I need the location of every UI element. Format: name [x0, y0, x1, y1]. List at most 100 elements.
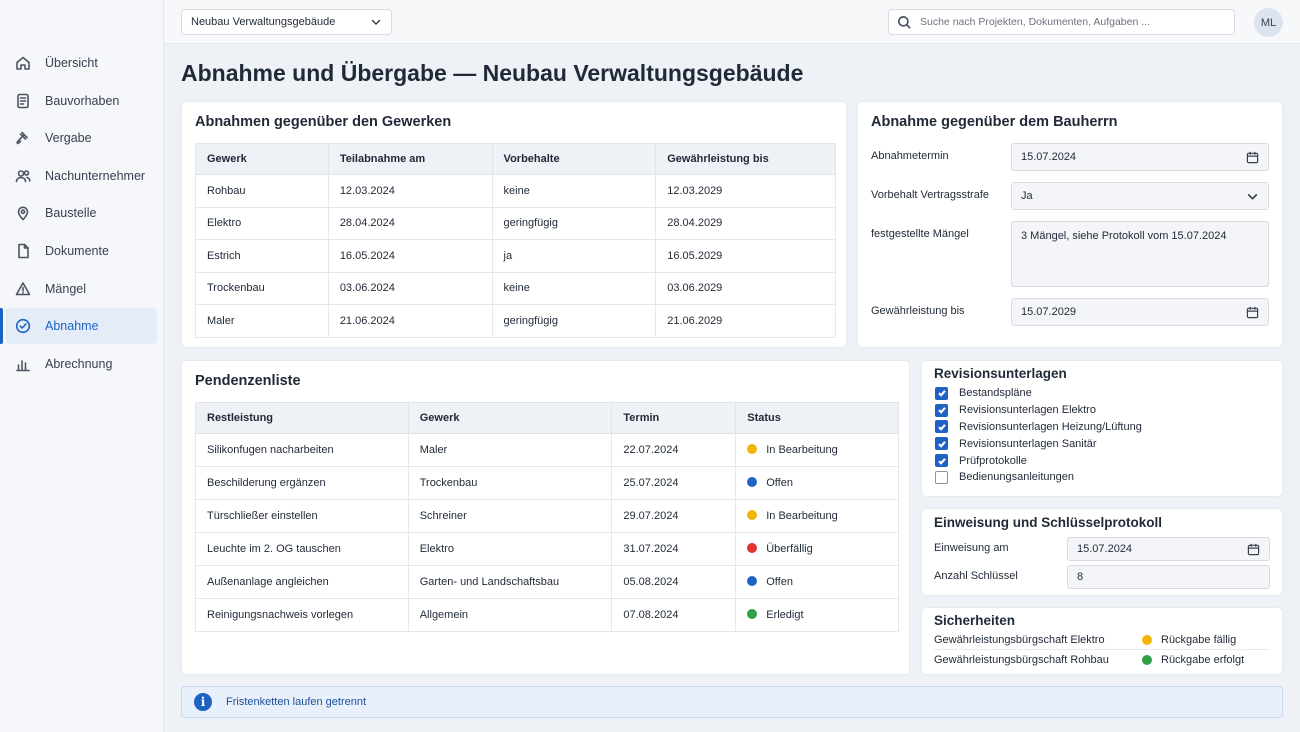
status-dot-icon	[747, 477, 758, 487]
sicherheiten-title: Sicherheiten	[934, 613, 1016, 628]
checklist-item[interactable]: Prüfprotokolle	[935, 452, 1142, 469]
checklist-item[interactable]: Bestandspläne	[935, 385, 1142, 402]
table-row[interactable]: Reinigungsnachweis vorlegen Allgemein 07.0…	[195, 598, 899, 632]
gewaehrleistung-field[interactable]: 15.07.2029	[1011, 298, 1269, 326]
checklist-label: Revisionsunterlagen Heizung/Lüftung	[959, 420, 1142, 433]
table-cell: Maler	[195, 304, 329, 338]
table-cell: Rohbau	[195, 174, 329, 208]
table-row[interactable]: Estrich 16.05.2024 ja 16.05.2029	[195, 239, 836, 273]
sidebar-item-label: Baustelle	[45, 206, 97, 221]
column-header: Gewerk	[195, 143, 329, 175]
table-cell: Außenanlage angleichen	[195, 565, 409, 599]
sidebar: Übersicht Bauvorhaben Vergabe Nachuntern…	[0, 0, 164, 732]
table-cell: Schreiner	[407, 499, 613, 533]
project-select[interactable]: Neubau Verwaltungsgebäude	[181, 9, 392, 35]
home-icon	[14, 54, 32, 72]
table-row[interactable]: Trockenbau 03.06.2024 keine 03.06.2029	[195, 271, 836, 305]
column-header: Status	[735, 402, 899, 434]
checklist-item[interactable]: Revisionsunterlagen Sanitär	[935, 435, 1142, 452]
table-cell: Elektro	[195, 206, 329, 240]
info-banner: i Fristenketten laufen getrennt	[181, 686, 1283, 718]
table-cell: 28.04.2029	[655, 206, 836, 240]
sidebar-item-dokumente[interactable]: Dokumente	[6, 233, 157, 269]
calendar-icon[interactable]	[1247, 543, 1260, 556]
table-row[interactable]: Außenanlage angleichen Garten- und Landsc…	[195, 565, 899, 599]
info-text: Fristenketten laufen getrennt	[226, 696, 367, 708]
checkbox-checked-icon[interactable]	[935, 420, 948, 434]
checkbox-checked-icon[interactable]	[935, 386, 948, 400]
checklist-item[interactable]: Bedienungsanleitungen	[935, 469, 1142, 486]
einweisung-date-label: Einweisung am	[934, 542, 1009, 554]
sidebar-item-abnahme[interactable]: Abnahme	[0, 308, 157, 345]
bauherr-title: Abnahme gegenüber dem Bauherrn	[871, 114, 1118, 130]
table-row[interactable]: Leuchte im 2. OG tauschen Elektro 31.07.20…	[195, 532, 899, 566]
keys-label: Anzahl Schlüssel	[934, 570, 1018, 582]
table-cell: 29.07.2024	[611, 499, 737, 533]
checkbox-checked-icon[interactable]	[935, 454, 948, 468]
checkbox-unchecked-icon[interactable]	[935, 470, 948, 484]
table-row[interactable]: Beschilderung ergänzen Trockenbau 25.07.20…	[195, 466, 899, 500]
keys-value: 8	[1077, 571, 1084, 583]
sidebar-item-baustelle[interactable]: Baustelle	[6, 195, 157, 231]
table-cell: 16.05.2024	[327, 239, 493, 273]
table-row[interactable]: Türschließer einstellen Schreiner 29.07.20…	[195, 499, 899, 533]
sidebar-item-vergabe[interactable]: Vergabe	[6, 120, 157, 156]
calendar-icon[interactable]	[1246, 151, 1259, 164]
security-status: Rückgabe erfolgt	[1161, 654, 1245, 666]
table-cell: 25.07.2024	[611, 466, 737, 500]
status-dot-icon	[1142, 634, 1152, 645]
search-box[interactable]	[888, 9, 1235, 35]
einweisung-card: Einweisung und Schlüsselprotokoll Einwei…	[921, 508, 1283, 596]
table-row[interactable]: Rohbau 12.03.2024 keine 12.03.2029	[195, 174, 836, 208]
sidebar-item-nachunternehmer[interactable]: Nachunternehmer	[6, 158, 157, 194]
column-header: Termin	[611, 402, 737, 434]
maengel-value: 3 Mängel, siehe Protokoll vom 15.07.2024	[1021, 230, 1227, 242]
table-cell: Allgemein	[407, 598, 613, 632]
table-cell: Trockenbau	[407, 466, 613, 500]
gewaehrleistung-label: Gewährleistung bis	[871, 305, 965, 317]
gewerke-card: Abnahmen gegenüber den Gewerken Gewerk T…	[181, 101, 847, 348]
avatar[interactable]: ML	[1254, 8, 1283, 37]
checklist-item[interactable]: Revisionsunterlagen Elektro	[935, 402, 1142, 419]
sidebar-item-uebersicht[interactable]: Übersicht	[6, 45, 157, 81]
status-cell: In Bearbeitung	[735, 433, 899, 467]
table-cell: keine	[491, 174, 657, 208]
security-status: Rückgabe fällig	[1161, 633, 1237, 646]
chevron-down-icon	[1247, 193, 1258, 199]
table-cell: 31.07.2024	[611, 532, 737, 566]
checklist-item[interactable]: Revisionsunterlagen Heizung/Lüftung	[935, 419, 1142, 436]
sidebar-item-bauvorhaben[interactable]: Bauvorhaben	[6, 83, 157, 119]
vertragsstrafe-select[interactable]: Ja	[1011, 182, 1269, 210]
gewerke-title: Abnahmen gegenüber den Gewerken	[195, 114, 452, 130]
einweisung-date-field[interactable]: 15.07.2024	[1067, 537, 1270, 561]
table-row[interactable]: Silikonfugen nacharbeiten Maler 22.07.2024…	[195, 433, 899, 467]
project-select-value: Neubau Verwaltungsgebäude	[191, 16, 336, 28]
status-label: In Bearbeitung	[766, 444, 838, 456]
calendar-icon[interactable]	[1246, 306, 1259, 319]
abnahmetermin-field[interactable]: 15.07.2024	[1011, 143, 1269, 171]
vertragsstrafe-label: Vorbehalt Vertragsstrafe	[871, 189, 990, 201]
security-label: Gewährleistungsbürgschaft Rohbau	[934, 654, 1109, 666]
sidebar-item-maengel[interactable]: Mängel	[6, 271, 157, 307]
checklist-label: Prüfprotokolle	[959, 454, 1027, 467]
keys-field[interactable]: 8	[1067, 565, 1270, 589]
abnahmetermin-label: Abnahmetermin	[871, 150, 949, 162]
check-circle-icon	[14, 317, 32, 335]
search-input[interactable]	[920, 16, 1226, 28]
vertragsstrafe-row: Vorbehalt Vertragsstrafe Ja	[871, 182, 1269, 210]
warning-icon	[14, 280, 32, 298]
maengel-textarea[interactable]: 3 Mängel, siehe Protokoll vom 15.07.2024	[1011, 221, 1269, 287]
checkbox-checked-icon[interactable]	[935, 437, 948, 451]
table-cell: 28.04.2024	[327, 206, 493, 240]
table-cell: Maler	[407, 433, 613, 467]
status-label: Erledigt	[766, 609, 804, 621]
chevron-down-icon	[371, 19, 381, 25]
sidebar-item-abrechnung[interactable]: Abrechnung	[6, 346, 157, 382]
table-cell: 22.07.2024	[611, 433, 737, 467]
status-cell: In Bearbeitung	[735, 499, 899, 533]
table-row[interactable]: Maler 21.06.2024 geringfügig 21.06.2029	[195, 304, 836, 338]
column-header: Vorbehalte	[491, 143, 657, 175]
gewaehrleistung-value: 15.07.2029	[1021, 306, 1077, 318]
table-row[interactable]: Elektro 28.04.2024 geringfügig 28.04.2029	[195, 206, 836, 240]
checkbox-checked-icon[interactable]	[935, 403, 948, 417]
